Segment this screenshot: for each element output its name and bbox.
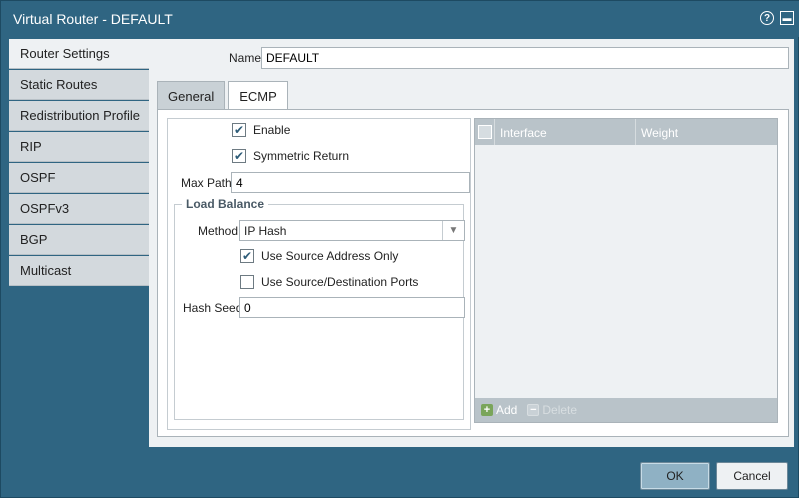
sidebar: Router Settings Static Routes Redistribu…: [9, 39, 151, 287]
select-all-checkbox[interactable]: [477, 125, 492, 139]
tab-bar: General ECMP: [157, 81, 291, 111]
grid-footer: + Add − Delete: [475, 398, 777, 422]
virtual-router-dialog: Virtual Router - DEFAULT ? ▬ Router Sett…: [0, 0, 799, 498]
title-bar: Virtual Router - DEFAULT ? ▬: [1, 1, 799, 37]
checkmark-icon: ✔: [241, 249, 253, 263]
use-source-destination-ports-row: Use Source/Destination Ports: [240, 275, 418, 289]
symmetric-return-row: ✔ Symmetric Return: [232, 149, 349, 163]
title-icons: ? ▬: [760, 11, 794, 25]
load-balance-title: Load Balance: [182, 197, 269, 211]
column-header-weight[interactable]: Weight: [636, 119, 777, 145]
interface-weight-grid: Interface Weight + Add − Delete: [474, 118, 778, 423]
checkmark-icon: ✔: [233, 149, 245, 163]
name-input[interactable]: [261, 47, 789, 69]
sidebar-item-static-routes[interactable]: Static Routes: [9, 70, 149, 100]
use-source-address-only-label: Use Source Address Only: [261, 249, 399, 263]
enable-row: ✔ Enable: [232, 123, 290, 137]
checkmark-icon: ✔: [233, 123, 245, 137]
column-header-interface[interactable]: Interface: [495, 119, 636, 145]
dialog-title: Virtual Router - DEFAULT: [13, 11, 173, 27]
maximize-icon[interactable]: ▬: [780, 11, 794, 25]
sidebar-item-router-settings[interactable]: Router Settings: [9, 39, 151, 69]
cancel-button[interactable]: Cancel: [716, 462, 788, 490]
name-label: Name: [229, 51, 262, 65]
symmetric-return-label: Symmetric Return: [253, 149, 350, 163]
sidebar-item-bgp[interactable]: BGP: [9, 225, 149, 255]
help-icon[interactable]: ?: [760, 11, 774, 25]
name-row: Name: [149, 47, 794, 69]
hash-seed-input[interactable]: [239, 297, 465, 318]
enable-label: Enable: [253, 123, 291, 137]
delete-button[interactable]: − Delete: [527, 403, 577, 417]
sidebar-item-redistribution-profile[interactable]: Redistribution Profile: [9, 101, 149, 131]
sidebar-item-ospfv3[interactable]: OSPFv3: [9, 194, 149, 224]
use-source-destination-ports-label: Use Source/Destination Ports: [261, 275, 419, 289]
ecmp-panel: ✔ Enable ✔ Symmetric Return Max Path Loa…: [157, 109, 789, 437]
tab-general[interactable]: General: [157, 81, 226, 109]
main-content: Name General ECMP ✔ Enable ✔ Symmetric R…: [149, 39, 794, 447]
ok-button[interactable]: OK: [640, 462, 710, 490]
sidebar-item-rip[interactable]: RIP: [9, 132, 149, 162]
load-balance-group: Load Balance Method IP Hash ▼ ✔ Use Sour…: [174, 197, 465, 420]
tab-ecmp[interactable]: ECMP: [228, 81, 288, 111]
use-source-destination-ports-checkbox[interactable]: [240, 275, 254, 289]
use-source-address-only-checkbox[interactable]: ✔: [240, 249, 254, 263]
use-source-address-only-row: ✔ Use Source Address Only: [240, 249, 398, 263]
delete-label: Delete: [542, 403, 578, 417]
hash-seed-label: Hash Seed: [183, 301, 243, 315]
sidebar-item-ospf[interactable]: OSPF: [9, 163, 149, 193]
method-select[interactable]: IP Hash ▼: [239, 220, 465, 241]
max-path-label: Max Path: [181, 176, 232, 190]
minus-icon: −: [527, 404, 540, 416]
chevron-down-icon[interactable]: ▼: [442, 221, 464, 240]
select-all-cell: [475, 119, 495, 145]
add-button[interactable]: + Add: [481, 403, 517, 417]
enable-checkbox[interactable]: ✔: [232, 123, 246, 137]
method-value: IP Hash: [244, 223, 287, 238]
grid-header: Interface Weight: [475, 119, 777, 145]
sidebar-item-multicast[interactable]: Multicast: [9, 256, 149, 286]
method-label: Method: [198, 224, 239, 238]
symmetric-return-checkbox[interactable]: ✔: [232, 149, 246, 163]
plus-icon: +: [481, 404, 493, 416]
add-label: Add: [496, 403, 518, 417]
max-path-input[interactable]: [231, 172, 470, 193]
ecmp-settings: ✔ Enable ✔ Symmetric Return Max Path Loa…: [167, 118, 471, 430]
